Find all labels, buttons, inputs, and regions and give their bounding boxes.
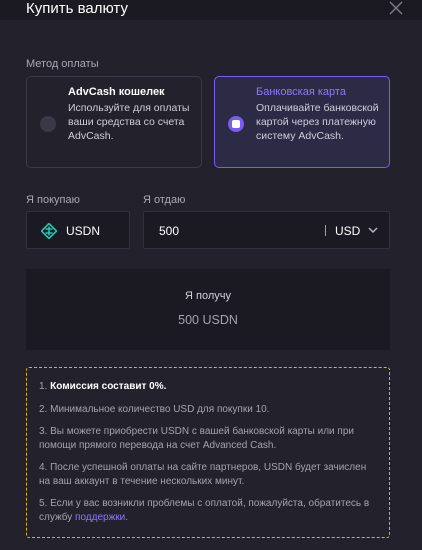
- receive-panel: Я получу 500 USDN: [26, 269, 390, 350]
- field-divider: [325, 225, 326, 236]
- amount-input[interactable]: 500: [159, 224, 179, 238]
- payment-option-description: Оплачивайте банковской картой через плат…: [256, 102, 379, 142]
- notice-item-4: 4. После успешной оплаты на сайте партне…: [39, 462, 367, 487]
- payment-option-description: Используйте для оплаты ваши средства со …: [68, 102, 190, 142]
- notice-item-5-suffix: .: [125, 512, 129, 523]
- radio-selected-icon[interactable]: [228, 116, 244, 132]
- close-icon[interactable]: [388, 0, 404, 16]
- modal-header: Купить валюту: [0, 0, 422, 20]
- notice-item-1-prefix: 1.: [39, 381, 51, 392]
- notice-item-5: 5. Если у вас возникли проблемы с оплато…: [39, 497, 379, 525]
- notice-item-2: 2. Минимальное количество USD для покупк…: [39, 404, 270, 415]
- payment-option-advcash[interactable]: AdvCash кошелек Используйте для оплаты в…: [26, 76, 202, 168]
- support-link[interactable]: поддержки: [75, 512, 125, 523]
- notice-item-1-bold: Комиссия составит 0%.: [50, 381, 167, 392]
- notice-box: 1. Комиссия составит 0%. 2. Минимальное …: [26, 367, 390, 538]
- receive-value: 500 USDN: [178, 313, 238, 327]
- payment-method-label: Метод оплаты: [26, 58, 99, 70]
- payment-option-title: AdvCash кошелек: [68, 86, 165, 98]
- radio-icon[interactable]: [40, 116, 56, 132]
- give-amount-field[interactable]: 500 USD: [143, 211, 390, 249]
- currency-select-value[interactable]: USD: [335, 224, 360, 238]
- notice-item-1: 1. Комиссия составит 0%.: [39, 380, 379, 394]
- give-label: Я отдаю: [143, 194, 186, 206]
- buy-label: Я покупаю: [26, 194, 80, 206]
- notice-item-3: 3. Вы можете приобрести USDN с вашей бан…: [39, 426, 354, 451]
- modal-title: Купить валюту: [26, 0, 128, 17]
- buy-currency-value: USDN: [66, 224, 101, 238]
- usdn-coin-icon: [41, 223, 57, 239]
- payment-option-title: Банковская карта: [256, 86, 346, 98]
- payment-option-bank-card[interactable]: Банковская карта Оплачивайте банковской …: [214, 76, 390, 168]
- receive-label: Я получу: [185, 290, 231, 302]
- chevron-down-icon[interactable]: [368, 226, 378, 234]
- buy-currency-field: USDN: [26, 211, 130, 249]
